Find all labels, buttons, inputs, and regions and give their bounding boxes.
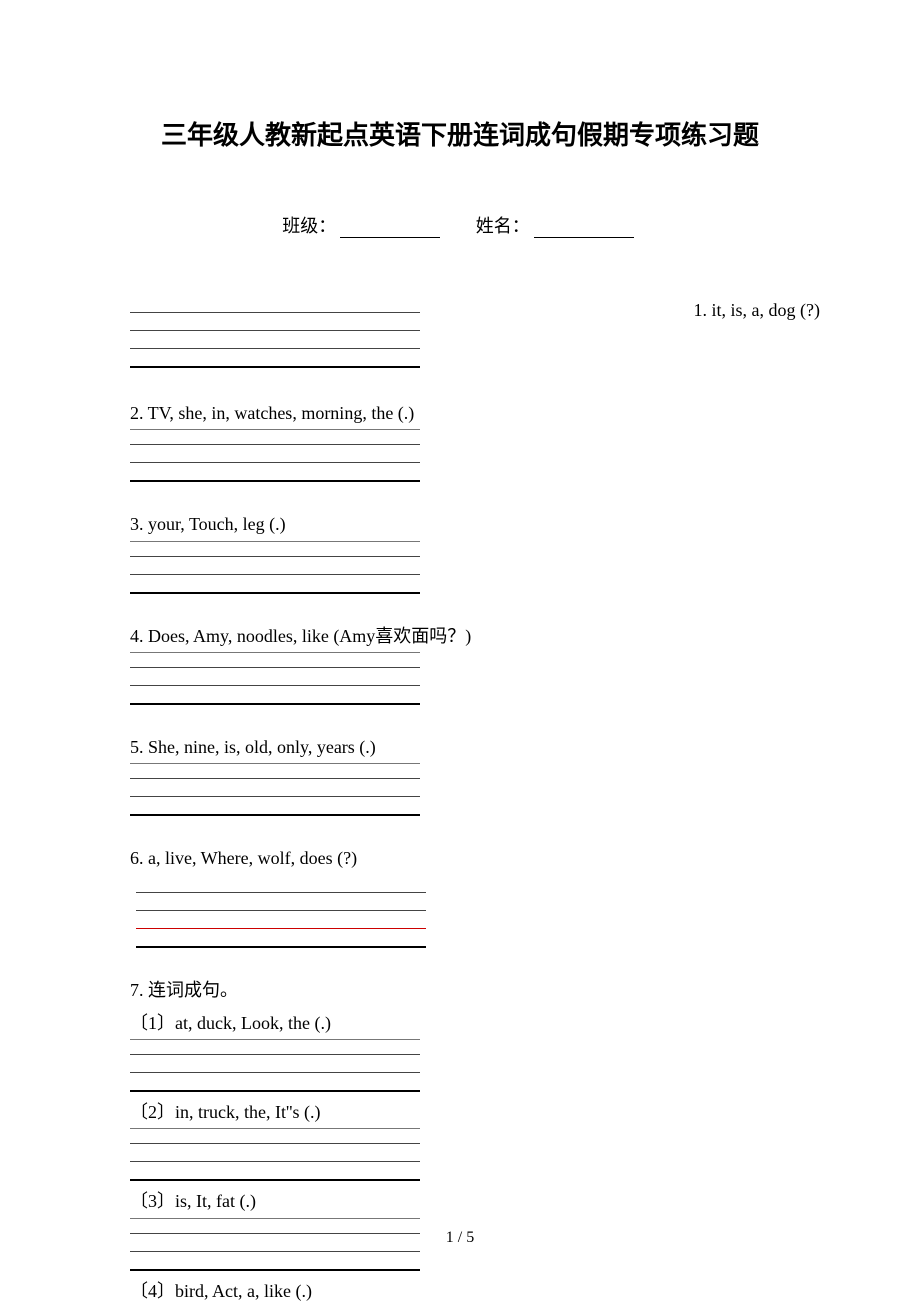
question-2: 2. TV, she, in, watches, morning, the (.… — [130, 401, 790, 482]
question-2-text: 2. TV, she, in, watches, morning, the (.… — [130, 401, 790, 425]
question-4: 4. Does, Amy, noodles, like (Amy喜欢面吗？) — [130, 624, 790, 705]
question-1: 1. it, is, a, dog (?) — [694, 298, 820, 322]
question-4-text: 4. Does, Amy, noodles, like (Amy喜欢面吗？) — [130, 624, 790, 648]
page-number: 1 / 5 — [0, 1229, 920, 1247]
question-6: 6. a, live, Where, wolf, does (?) — [130, 846, 790, 948]
question-7-text: 7. 连词成句。 — [130, 978, 790, 1002]
answer-block-3[interactable] — [130, 539, 420, 594]
class-label: 班级： — [282, 212, 336, 238]
question-7-3-text: 〔3〕is, It, fat (.) — [130, 1189, 790, 1213]
answer-block-1[interactable] — [130, 298, 420, 368]
answer-block-5[interactable] — [130, 761, 420, 816]
question-7-1: 〔1〕at, duck, Look, the (.) — [130, 1011, 790, 1092]
question-7-4-text: 〔4〕bird, Act, a, like (.) — [130, 1279, 790, 1303]
question-6-text: 6. a, live, Where, wolf, does (?) — [130, 846, 790, 870]
question-3-text: 3. your, Touch, leg (.) — [130, 512, 790, 536]
question-3: 3. your, Touch, leg (.) — [130, 512, 790, 593]
question-1-row: 1. it, is, a, dog (?) — [130, 298, 790, 371]
info-line: 班级： 姓名： — [130, 212, 790, 238]
question-7: 7. 连词成句。 〔1〕at, duck, Look, the (.) 〔2〕i… — [130, 978, 790, 1302]
answer-block-2[interactable] — [130, 427, 420, 482]
answer-block-7-1[interactable] — [130, 1037, 420, 1092]
question-7-2-text: 〔2〕in, truck, the, It''s (.) — [130, 1100, 790, 1124]
class-blank[interactable] — [340, 237, 440, 238]
doc-title: 三年级人教新起点英语下册连词成句假期专项练习题 — [130, 115, 790, 152]
content: 1. it, is, a, dog (?) 2. TV, she, in, wa… — [130, 298, 790, 1303]
question-7-4: 〔4〕bird, Act, a, like (.) — [130, 1279, 790, 1303]
answer-block-7-2[interactable] — [130, 1126, 420, 1181]
page: 三年级人教新起点英语下册连词成句假期专项练习题 班级： 姓名： 1. it, i… — [0, 0, 920, 1302]
answer-block-4[interactable] — [130, 650, 420, 705]
answer-block-6[interactable] — [136, 878, 426, 948]
question-5: 5. She, nine, is, old, only, years (.) — [130, 735, 790, 816]
question-5-text: 5. She, nine, is, old, only, years (.) — [130, 735, 790, 759]
name-blank[interactable] — [534, 237, 634, 238]
question-7-1-text: 〔1〕at, duck, Look, the (.) — [130, 1011, 790, 1035]
name-label: 姓名： — [476, 212, 530, 238]
question-7-2: 〔2〕in, truck, the, It''s (.) — [130, 1100, 790, 1181]
